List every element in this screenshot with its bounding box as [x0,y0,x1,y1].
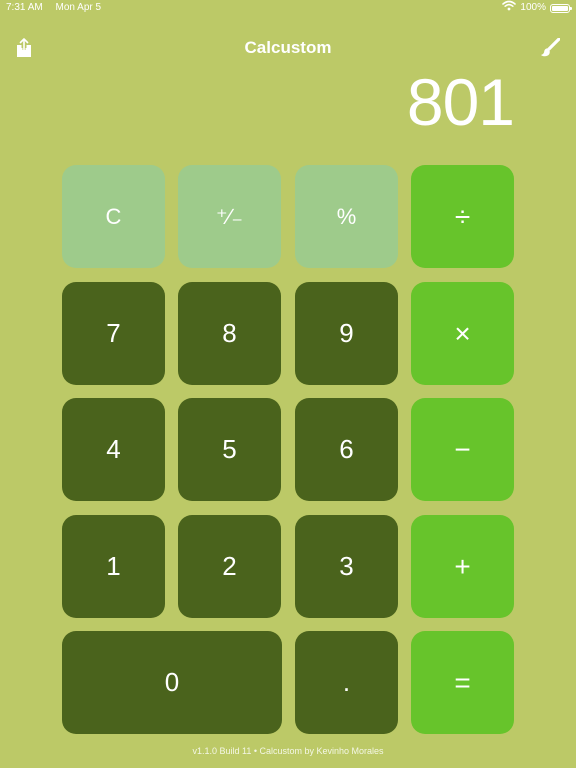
digit-5-button[interactable]: 5 [178,398,281,501]
divide-button[interactable]: ÷ [411,165,514,268]
battery-percent: 100% [520,2,546,13]
digit-4-button[interactable]: 4 [62,398,165,501]
paintbrush-icon [541,38,560,57]
status-date: Mon Apr 5 [55,2,102,13]
digit-6-button[interactable]: 6 [295,398,398,501]
digit-8-button[interactable]: 8 [178,282,281,385]
minus-button[interactable]: − [411,398,514,501]
nav-bar: Calcustom [0,30,576,66]
status-time: 7:31 AM [6,2,43,13]
status-left: 7:31 AM Mon Apr 5 [6,0,111,16]
battery-icon [550,3,572,13]
plus-minus-button[interactable]: ⁺∕₋ [178,165,281,268]
digit-0-button[interactable]: 0 [62,631,282,734]
decimal-button[interactable]: . [295,631,398,734]
clear-button[interactable]: C [62,165,165,268]
wifi-icon [502,0,517,17]
calculator-display: 801 [406,65,515,139]
status-right: 100% [502,0,572,17]
battery-fill [552,5,568,11]
digit-9-button[interactable]: 9 [295,282,398,385]
digit-7-button[interactable]: 7 [62,282,165,385]
digit-1-button[interactable]: 1 [62,515,165,618]
status-bar: 7:31 AM Mon Apr 5 100% [0,0,576,16]
percent-button[interactable]: % [295,165,398,268]
version-footer: v1.1.0 Build 11 • Calcustom by Kevinho M… [192,746,384,756]
app-title: Calcustom [244,38,332,57]
theme-button[interactable] [538,36,562,60]
multiply-button[interactable]: × [411,282,514,385]
digit-3-button[interactable]: 3 [295,515,398,618]
battery-tip [570,6,572,10]
equals-button[interactable]: = [411,631,514,734]
plus-button[interactable]: + [411,515,514,618]
digit-2-button[interactable]: 2 [178,515,281,618]
